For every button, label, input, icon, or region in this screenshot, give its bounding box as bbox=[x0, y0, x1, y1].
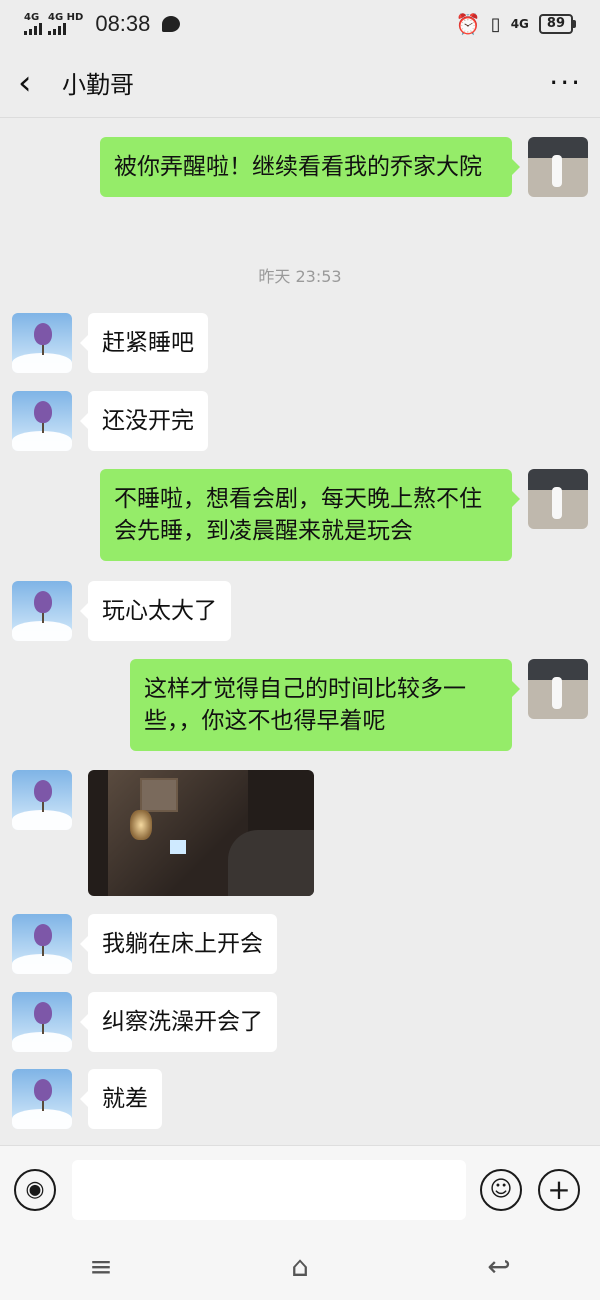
message-notification-icon bbox=[162, 16, 181, 32]
network-label-2: 4G HD bbox=[48, 12, 84, 23]
contact-avatar[interactable] bbox=[12, 992, 72, 1052]
contact-avatar[interactable] bbox=[12, 313, 72, 373]
network-label-3: 4G bbox=[510, 17, 529, 31]
plus-icon[interactable]: + bbox=[538, 1168, 580, 1211]
contact-avatar[interactable] bbox=[12, 391, 72, 451]
vibrate-icon: ▯ bbox=[490, 13, 501, 35]
my-avatar[interactable] bbox=[528, 469, 588, 529]
contact-avatar[interactable] bbox=[12, 914, 72, 974]
chat-title: 小勤哥 bbox=[62, 71, 134, 99]
contact-avatar[interactable] bbox=[12, 581, 72, 641]
battery-icon: 89 bbox=[538, 14, 576, 34]
input-bar: ◉ ☺ + bbox=[0, 1145, 600, 1233]
chat-header: ‹ 小勤哥 ··· bbox=[0, 48, 600, 118]
signal-icon: 4G bbox=[24, 13, 42, 35]
image-message[interactable] bbox=[88, 770, 314, 896]
chevron-left-icon[interactable]: ‹ bbox=[18, 63, 58, 103]
status-left: 4G 4G HD 08:38 bbox=[24, 11, 181, 37]
menu-icon[interactable]: ≡ bbox=[89, 1250, 112, 1283]
contact-avatar[interactable] bbox=[12, 1069, 72, 1129]
my-avatar[interactable] bbox=[528, 659, 588, 719]
message-bubble-incoming[interactable]: 我躺在床上开会 bbox=[80, 914, 277, 974]
message-bubble-outgoing[interactable]: 这样才觉得自己的时间比较多一些，，你这不也得早着呢 bbox=[130, 659, 520, 751]
message-list[interactable]: 被你弄醒啦！继续看看我的乔家大院 昨天 23:53 赶紧睡吧 还没开完 不睡啦，… bbox=[0, 119, 600, 1145]
message-bubble-incoming[interactable]: 还没开完 bbox=[80, 391, 208, 451]
alarm-icon: ⏰ bbox=[455, 12, 481, 36]
message-input[interactable] bbox=[72, 1159, 466, 1220]
message-bubble-outgoing[interactable]: 不睡啦，想看会剧，每天晚上熬不住会先睡，到凌晨醒来就是玩会 bbox=[100, 469, 520, 561]
emoji-icon[interactable]: ☺ bbox=[480, 1168, 522, 1211]
message-bubble-incoming[interactable]: 纠察洗澡开会了 bbox=[80, 992, 277, 1052]
ellipsis-icon[interactable]: ··· bbox=[549, 66, 582, 99]
message-bubble-outgoing[interactable]: 被你弄醒啦！继续看看我的乔家大院 bbox=[100, 137, 520, 197]
back-icon[interactable]: ↩ bbox=[487, 1250, 510, 1283]
timestamp: 昨天 23:53 bbox=[258, 267, 342, 286]
status-right: ⏰ ▯ 4G 89 bbox=[456, 12, 576, 36]
status-time: 08:38 bbox=[95, 11, 151, 36]
message-bubble-incoming[interactable]: 就差 bbox=[80, 1069, 162, 1129]
signal-icon: 4G HD bbox=[48, 13, 83, 35]
message-bubble-incoming[interactable]: 赶紧睡吧 bbox=[80, 313, 208, 373]
network-label-1: 4G bbox=[24, 12, 40, 23]
status-bar: 4G 4G HD 08:38 ⏰ ▯ 4G 89 bbox=[0, 0, 600, 48]
battery-level: 89 bbox=[538, 14, 573, 34]
message-bubble-incoming[interactable]: 玩心太大了 bbox=[80, 581, 231, 641]
home-icon[interactable]: ⌂ bbox=[291, 1250, 309, 1283]
contact-avatar[interactable] bbox=[12, 770, 72, 830]
my-avatar[interactable] bbox=[528, 137, 588, 197]
system-nav-bar: ≡ ⌂ ↩ bbox=[0, 1233, 600, 1300]
voice-icon[interactable]: ◉ bbox=[14, 1168, 56, 1211]
